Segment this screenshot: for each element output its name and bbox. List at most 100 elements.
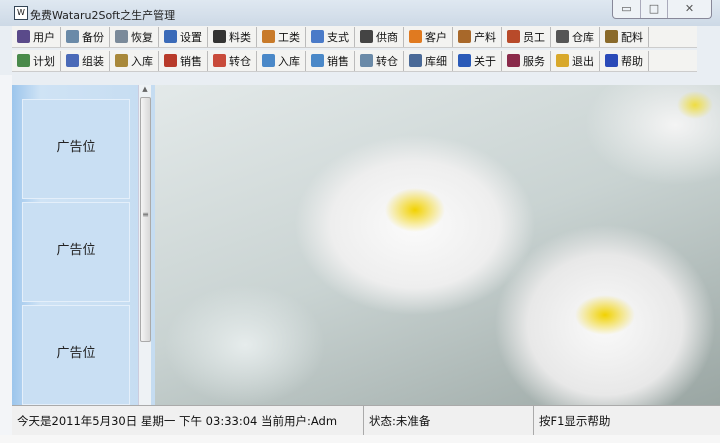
toolbar-button-assemble[interactable]: 组装 <box>61 50 110 71</box>
toolbar-button-supplier[interactable]: 供商 <box>355 26 404 47</box>
toolbar-button-material-type[interactable]: 料类 <box>208 26 257 47</box>
stock-in-icon <box>115 54 128 67</box>
transfer-icon <box>213 54 226 67</box>
plan-icon <box>17 54 30 67</box>
exit-icon <box>556 54 569 67</box>
toolbar-button-settings[interactable]: 设置 <box>159 26 208 47</box>
search-stock-in-icon <box>262 54 275 67</box>
service-icon <box>507 54 520 67</box>
search-transfer-icon <box>360 54 373 67</box>
assemble-icon <box>66 54 79 67</box>
toolbar-button-search-stock-in[interactable]: 入库 <box>257 50 306 71</box>
toolbar-button-users[interactable]: 用户 <box>12 26 61 47</box>
status-state: 状态:未准备 <box>364 406 534 436</box>
maximize-button[interactable]: □ <box>640 0 667 18</box>
window-title: 免费Wataru2Soft之生产管理 <box>30 9 176 22</box>
toolbar-button-label: 入库 <box>278 54 300 68</box>
toolbar-button-stock-detail[interactable]: 库细 <box>404 50 453 71</box>
toolbar-button-backup[interactable]: 备份 <box>61 26 110 47</box>
status-datetime-user: 今天是2011年5月30日 星期一 下午 03:33:04 当前用户:Adm <box>12 406 364 436</box>
app-icon: W <box>14 6 28 20</box>
toolbar-button-label: 恢复 <box>131 30 153 44</box>
users-icon <box>17 30 30 43</box>
help-icon <box>605 54 618 67</box>
toolbar-button-label: 工类 <box>278 30 300 44</box>
toolbar-button-warehouse[interactable]: 仓库 <box>551 26 600 47</box>
stock-detail-icon <box>409 54 422 67</box>
toolbar-button-payment[interactable]: 支式 <box>306 26 355 47</box>
toolbar-button-label: 服务 <box>523 54 545 68</box>
restore-icon <box>115 30 128 43</box>
toolbar-button-help[interactable]: 帮助 <box>600 50 649 71</box>
toolbar-button-label: 配料 <box>621 30 643 44</box>
toolbar-button-sales[interactable]: 销售 <box>159 50 208 71</box>
toolbar-button-about[interactable]: 关于 <box>453 50 502 71</box>
staff-icon <box>507 30 520 43</box>
search-sales-icon <box>311 54 324 67</box>
ad-scrollbar[interactable]: ▲ ≡ <box>138 85 151 405</box>
toolbar-button-label: 支式 <box>327 30 349 44</box>
toolbar-button-customer[interactable]: 客户 <box>404 26 453 47</box>
work-type-icon <box>262 30 275 43</box>
toolbar-button-ingredients[interactable]: 配料 <box>600 26 649 47</box>
main-toolbar: 用户 备份 恢复 设置 料类 工类 支式 供商 客户 产料 员工 仓库 配料 <box>12 26 697 48</box>
payment-icon <box>311 30 324 43</box>
toolbar-button-label: 转仓 <box>376 54 398 68</box>
material-type-icon <box>213 30 226 43</box>
customer-icon <box>409 30 422 43</box>
flower-background-image <box>155 85 720 405</box>
window-controls: ▭ □ ✕ <box>612 0 712 19</box>
toolbar-button-service[interactable]: 服务 <box>502 50 551 71</box>
toolbar-button-label: 帮助 <box>621 54 643 68</box>
toolbar-button-product[interactable]: 产料 <box>453 26 502 47</box>
toolbar-button-stock-in[interactable]: 入库 <box>110 50 159 71</box>
desktop-background <box>0 75 12 435</box>
desktop-strip <box>0 435 720 443</box>
toolbar-button-staff[interactable]: 员工 <box>502 26 551 47</box>
toolbar-button-label: 转仓 <box>229 54 251 68</box>
toolbar-button-exit[interactable]: 退出 <box>551 50 600 71</box>
toolbar-button-label: 仓库 <box>572 30 594 44</box>
toolbar-button-label: 料类 <box>229 30 251 44</box>
toolbar-button-work-type[interactable]: 工类 <box>257 26 306 47</box>
scroll-up-arrow-icon[interactable]: ▲ <box>139 85 151 97</box>
toolbar-button-label: 关于 <box>474 54 496 68</box>
toolbar-button-label: 销售 <box>180 54 202 68</box>
scrollbar-thumb[interactable]: ≡ <box>140 97 151 342</box>
status-bar: 今天是2011年5月30日 星期一 下午 03:33:04 当前用户:Adm 状… <box>12 405 720 436</box>
toolbar-button-label: 员工 <box>523 30 545 44</box>
product-icon <box>458 30 471 43</box>
supplier-icon <box>360 30 373 43</box>
toolbar-button-label: 入库 <box>131 54 153 68</box>
minimize-button[interactable]: ▭ <box>613 0 640 18</box>
toolbar-button-search-sales[interactable]: 销售 <box>306 50 355 71</box>
toolbar-button-label: 计划 <box>33 54 55 68</box>
toolbar-button-label: 用户 <box>33 30 55 44</box>
toolbar-button-label: 备份 <box>82 30 104 44</box>
ad-slot[interactable]: 广告位 <box>22 305 130 405</box>
about-icon <box>458 54 471 67</box>
toolbar-button-transfer[interactable]: 转仓 <box>208 50 257 71</box>
toolbar-button-label: 库细 <box>425 54 447 68</box>
toolbar-button-label: 产料 <box>474 30 496 44</box>
ingredients-icon <box>605 30 618 43</box>
settings-icon <box>164 30 177 43</box>
sales-icon <box>164 54 177 67</box>
toolbar-button-label: 退出 <box>572 54 594 68</box>
secondary-toolbar: 计划 组装 入库 销售 转仓 入库 销售 转仓 库细 关于 服务 退出 帮助 <box>12 50 697 72</box>
ad-slot[interactable]: 广告位 <box>22 99 130 199</box>
toolbar-button-label: 客户 <box>425 30 447 44</box>
ad-slot[interactable]: 广告位 <box>22 202 130 302</box>
toolbar-button-restore[interactable]: 恢复 <box>110 26 159 47</box>
close-button[interactable]: ✕ <box>667 0 711 18</box>
toolbar-button-plan[interactable]: 计划 <box>12 50 61 71</box>
toolbar-button-label: 组装 <box>82 54 104 68</box>
backup-icon <box>66 30 79 43</box>
ad-panel: 广告位 广告位 广告位 ▲ ≡ <box>12 85 155 405</box>
title-bar: W 免费Wataru2Soft之生产管理 ▭ □ ✕ <box>0 0 720 26</box>
warehouse-icon <box>556 30 569 43</box>
status-help-hint: 按F1显示帮助 <box>539 414 611 428</box>
toolbar-button-label: 销售 <box>327 54 349 68</box>
toolbar-button-label: 设置 <box>180 30 202 44</box>
toolbar-button-search-transfer[interactable]: 转仓 <box>355 50 404 71</box>
